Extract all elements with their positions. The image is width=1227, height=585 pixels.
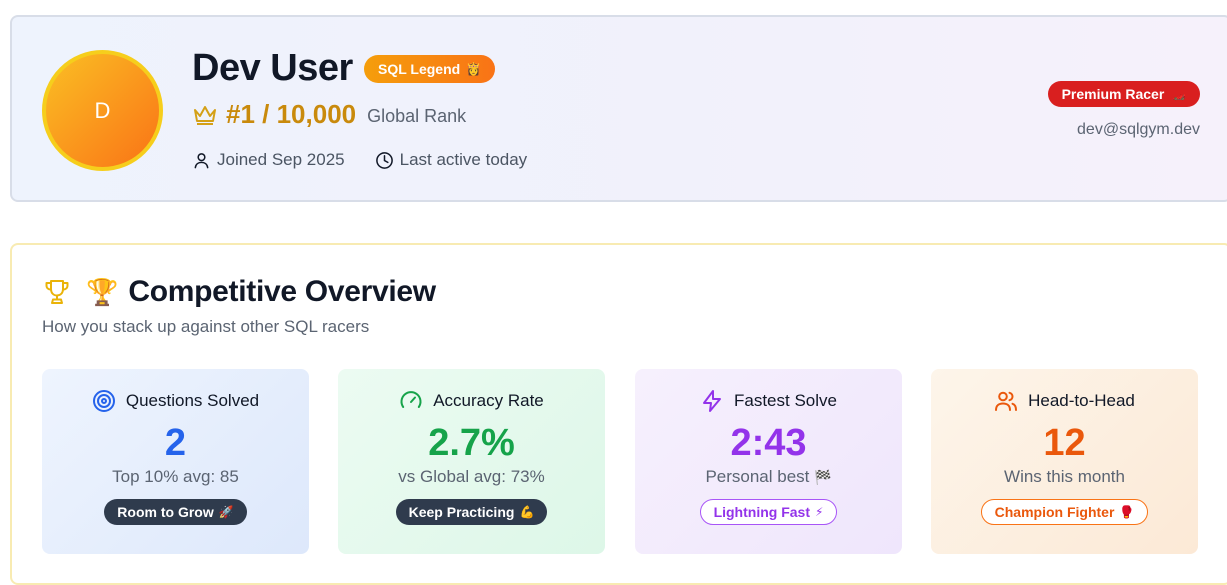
stat-label: Head-to-Head	[1028, 391, 1135, 410]
title-badge: SQL Legend 👸	[364, 55, 496, 83]
lightning-icon	[703, 390, 721, 412]
last-active-info: Last active today	[375, 150, 528, 170]
rank-row: #1 / 10,000 Global Rank	[192, 99, 466, 130]
stat-value: 2.7%	[428, 422, 515, 464]
rocket-emoji: 🚀	[218, 505, 234, 519]
competitive-overview: 🏆 Competitive Overview How you stack up …	[10, 243, 1227, 585]
premium-badge-label: Premium Racer	[1061, 86, 1165, 102]
stat-pill: Lightning Fast ⚡	[699, 499, 838, 525]
global-rank-value: #1 / 10,000	[226, 99, 357, 129]
stat-header: Accuracy Rate	[399, 389, 544, 413]
stat-pill-label: Keep Practicing	[408, 504, 515, 520]
gauge-icon	[400, 391, 422, 408]
clock-icon	[375, 151, 393, 169]
stat-label: Accuracy Rate	[433, 391, 544, 410]
stat-note: vs Global avg: 73%	[398, 467, 545, 486]
stat-pill-label: Room to Grow	[117, 504, 214, 520]
race-car-emoji: 🏎️	[1172, 88, 1186, 101]
stat-note: Wins this month	[1004, 467, 1125, 486]
lightning-emoji: ⚡	[815, 505, 824, 519]
stat-pill: Room to Grow 🚀	[104, 499, 247, 525]
stat-card-accuracy-rate: Accuracy Rate 2.7% vs Global avg: 73% Ke…	[338, 369, 605, 554]
avatar-initial: D	[94, 97, 111, 123]
stat-card-fastest-solve: Fastest Solve 2:43 Personal best 🏁 Light…	[635, 369, 902, 554]
stat-pill: Champion Fighter 🥊	[980, 499, 1149, 525]
title-badge-emoji: 👸	[466, 62, 482, 76]
trophy-emoji: 🏆	[86, 276, 119, 307]
joined-info: Joined Sep 2025	[192, 150, 345, 170]
flexed-bicep-emoji: 💪	[519, 505, 535, 519]
user-icon	[194, 152, 209, 168]
stat-header: Questions Solved	[92, 389, 259, 413]
stat-value: 2:43	[730, 422, 807, 464]
stat-note: Top 10% avg: 85	[112, 467, 239, 486]
boxing-glove-emoji: 🥊	[1119, 505, 1135, 519]
stat-value: 2	[164, 422, 187, 464]
stat-card-head-to-head: Head-to-Head 12 Wins this month Champion…	[931, 369, 1198, 554]
avatar[interactable]: D	[42, 50, 163, 171]
title-badge-label: SQL Legend	[378, 61, 461, 77]
stat-note: Personal best 🏁	[705, 467, 831, 487]
crown-icon	[194, 105, 216, 125]
last-active-text: Last active today	[399, 150, 528, 169]
user-email: dev@sqlgym.dev	[1077, 121, 1200, 138]
trophy-icon	[45, 280, 69, 304]
profile-meta: Joined Sep 2025 Last active today	[192, 150, 527, 170]
user-name: Dev User	[192, 47, 353, 89]
stat-pill-label: Champion Fighter	[994, 504, 1115, 520]
overview-subtitle: How you stack up against other SQL racer…	[42, 317, 370, 336]
premium-badge: Premium Racer 🏎️	[1047, 81, 1200, 107]
stat-label: Fastest Solve	[734, 391, 837, 410]
stat-pill: Keep Practicing 💪	[395, 499, 548, 525]
stat-value: 12	[1043, 422, 1086, 464]
profile-card: D Dev User SQL Legend 👸 #1 / 10,000 Glob…	[10, 15, 1227, 202]
stat-note-text: Personal best	[705, 467, 810, 486]
stat-pill-label: Lightning Fast	[713, 504, 810, 520]
checkered-flag-emoji: 🏁	[814, 469, 832, 485]
stat-label: Questions Solved	[125, 391, 260, 410]
overview-title: Competitive Overview	[128, 275, 436, 308]
global-rank-label: Global Rank	[367, 105, 467, 126]
overview-header: 🏆 Competitive Overview	[42, 275, 436, 309]
stat-header: Head-to-Head	[994, 389, 1135, 413]
users-icon	[995, 391, 1018, 411]
target-icon	[92, 390, 115, 412]
stat-header: Fastest Solve	[700, 389, 837, 413]
joined-text: Joined Sep 2025	[217, 150, 345, 169]
stat-card-questions-solved: Questions Solved 2 Top 10% avg: 85 Room …	[42, 369, 309, 554]
